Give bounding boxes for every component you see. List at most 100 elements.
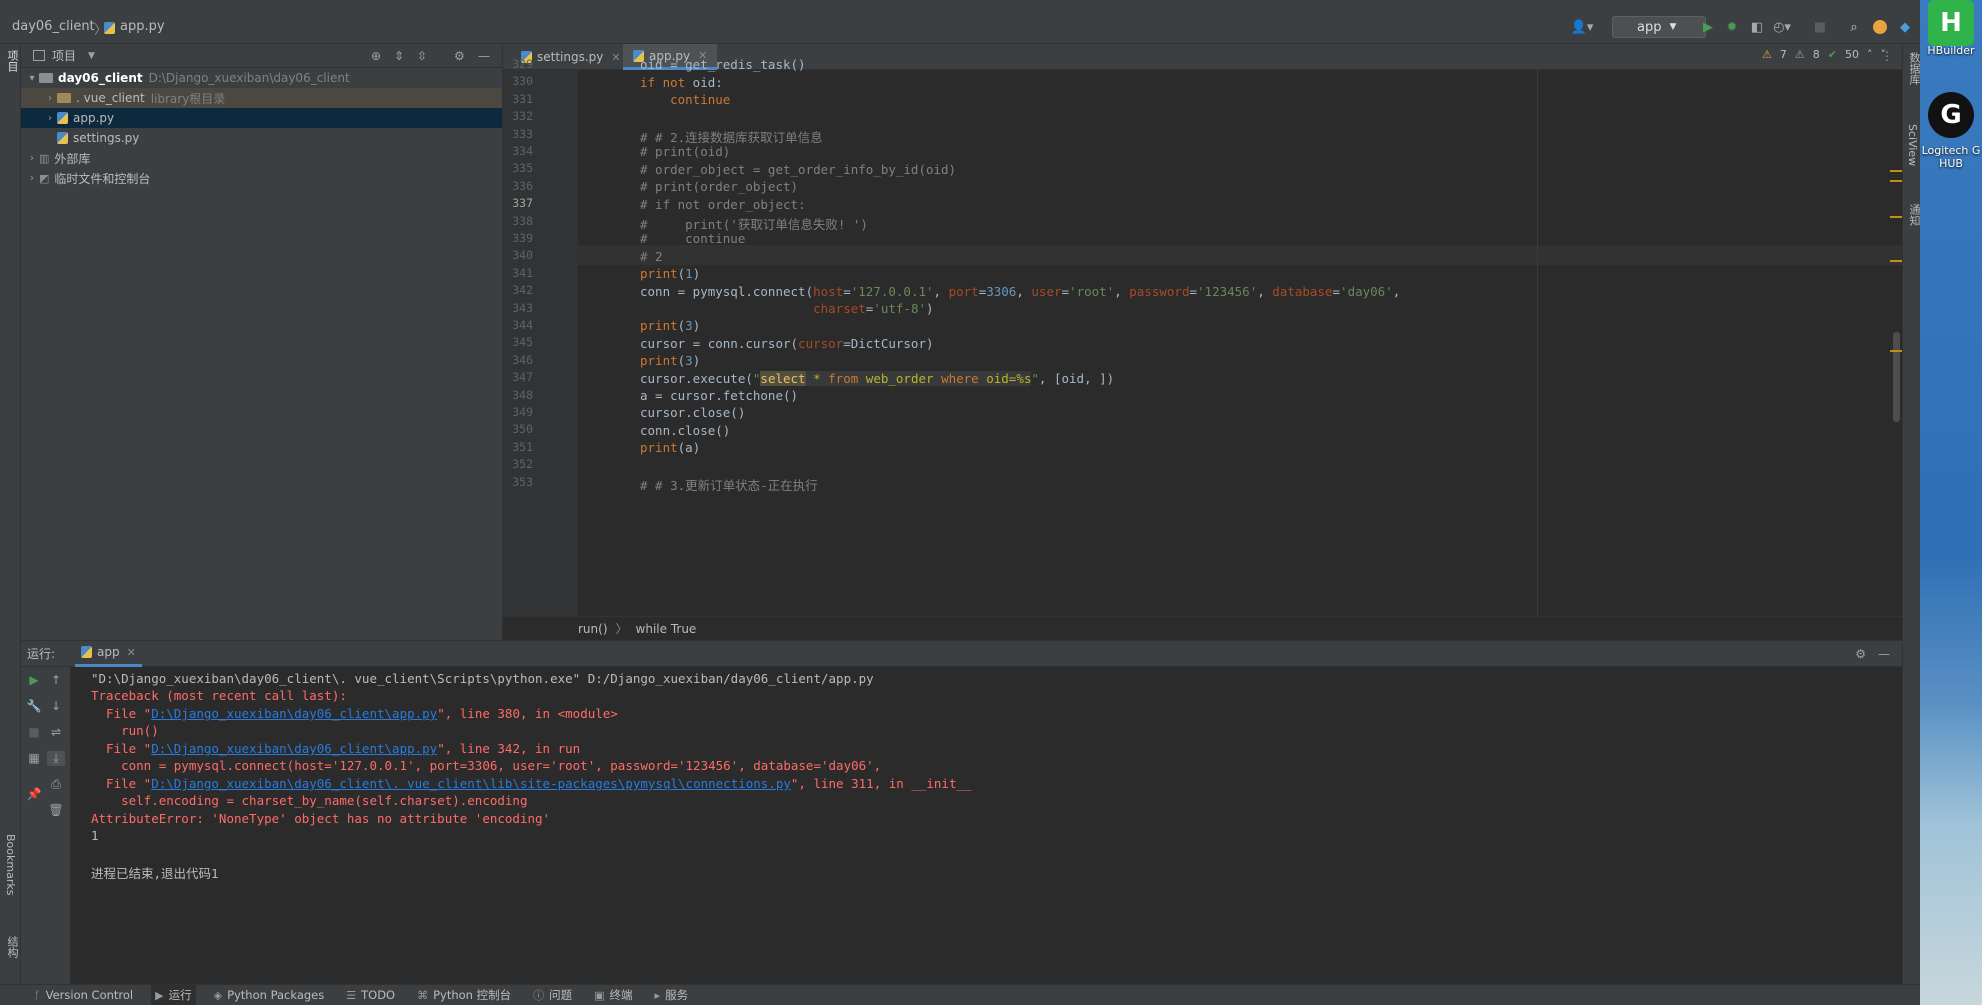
run-tab-app[interactable]: app ✕ [75,641,142,667]
minimize-icon[interactable]: — [478,49,490,63]
weak-warning-count: 8 [1812,48,1820,61]
project-tool-tab[interactable]: 项目 [4,50,20,72]
right-margin-guide [1537,70,1538,616]
stop-icon[interactable]: ■ [1812,17,1828,37]
tree-item-vue-client[interactable]: › . vue_client library根目录 [21,88,502,108]
tab-label: 问题 [549,988,573,1002]
project-panel-title[interactable]: 项目 [52,47,76,64]
tree-item-external-libs[interactable]: › ▥ 外部库 [21,148,502,168]
run-configuration-select[interactable]: app ▼ [1612,16,1706,38]
services-tab[interactable]: ▸ 服务 [651,985,693,1005]
chevron-down-icon[interactable]: ˅ [1881,48,1887,61]
output-line: File "D:\Django_xuexiban\day06_client\ap… [91,706,618,721]
warning-marker[interactable] [1890,170,1902,172]
structure-tool-tab[interactable]: 结构 [4,936,20,958]
minimize-icon[interactable]: — [1878,647,1890,661]
inspection-widget[interactable]: ⚠ 7 ⚠ 8 ✔ 50 ˄ ˅ [1762,48,1886,61]
bookmarks-tool-tab[interactable]: Bookmarks [4,834,17,895]
soft-wrap-icon[interactable]: ⇌ [47,725,65,739]
chevron-down-icon[interactable]: ▾ [25,73,39,84]
scroll-thumb[interactable] [1893,332,1900,422]
run-toolbar: ▶ ↑ 🔧 ↓ ■ ⇌ ▦ ⤓ ⎙ 📌 🗑 [21,667,71,985]
menu-bar [0,0,1920,10]
arrow-up-icon[interactable]: ↑ [47,673,65,687]
sciview-tool-tab[interactable]: SciView [1906,124,1919,166]
debug-icon[interactable]: ✹ [1723,17,1741,37]
breadcrumb-file[interactable]: app.py [120,19,165,34]
gear-icon[interactable]: ⚙ [454,49,465,63]
chevron-right-icon[interactable]: › [25,173,39,184]
warning-marker[interactable] [1890,216,1902,218]
breadcrumb-separator: 〉 [615,622,628,636]
tree-item-app-py[interactable]: › app.py [21,108,502,128]
layout-icon[interactable]: ▦ [25,751,43,765]
line-number: 336 [512,178,533,193]
close-icon[interactable]: ✕ [127,646,136,659]
output-file-link[interactable]: D:\Django_xuexiban\day06_client\app.py [151,741,437,756]
breadcrumb-project[interactable]: day06_client [12,19,95,34]
tab-label: 服务 [665,988,689,1002]
branch-icon: ᚴ [34,988,41,1002]
print-icon[interactable]: ⎙ [47,777,65,792]
expand-all-icon[interactable]: ⇕ [394,49,404,63]
todo-tab[interactable]: ☰ TODO [342,985,399,1005]
code-line-340: # 2 [640,249,663,264]
search-icon[interactable]: ⌕ [1845,17,1863,37]
python-console-tab[interactable]: ⌘ Python 控制台 [413,985,515,1005]
line-number: 341 [512,265,533,280]
pin-icon[interactable]: 📌 [25,787,43,801]
editor-scrollbar[interactable] [1890,70,1902,616]
warning-marker[interactable] [1890,260,1902,262]
warning-marker[interactable] [1890,350,1902,352]
close-icon[interactable]: ✕ [611,51,620,64]
trash-icon[interactable]: 🗑 [47,803,65,817]
gear-icon[interactable]: ⚙ [1855,647,1866,661]
output-line: File "D:\Django_xuexiban\day06_client\ap… [91,741,580,756]
python-packages-tab[interactable]: ◈ Python Packages [210,985,329,1005]
python-file-icon [104,22,115,34]
chevron-down-icon[interactable]: ▼ [88,51,95,61]
locate-icon[interactable]: ⊕ [371,49,381,63]
output-file-link[interactable]: D:\Django_xuexiban\day06_client\app.py [151,706,437,721]
vcs-user-icon[interactable]: 👤▾ [1568,17,1596,37]
line-number: 353 [512,474,533,489]
chevron-right-icon[interactable]: › [25,153,39,164]
plugin-icon[interactable]: ◆ [1896,17,1914,37]
breadcrumb-function[interactable]: run() [578,622,608,636]
update-icon[interactable] [1871,17,1889,37]
output-line: self.encoding = charset_by_name(self.cha… [91,793,528,808]
hbuilder-app-icon[interactable]: H [1928,0,1974,46]
arrow-down-icon[interactable]: ↓ [47,699,65,713]
run-config-label: app [1637,19,1662,35]
output-text: ", line 380, in <module> [437,706,618,721]
chevron-right-icon[interactable]: › [43,113,57,124]
warning-marker[interactable] [1890,180,1902,182]
code-editor[interactable]: settings.py ✕ app.py ✕ ⋮ 329 330 331 332 333… [502,44,1903,640]
stop-icon[interactable]: ■ [25,725,43,739]
breadcrumb-loop[interactable]: while True [636,622,697,636]
rerun-icon[interactable]: ▶ [25,673,43,687]
output-file-link[interactable]: D:\Django_xuexiban\day06_client\. vue_cl… [151,776,791,791]
tree-item-settings-py[interactable]: settings.py [21,128,502,148]
tab-label: settings.py [537,50,604,64]
line-number: 337 [512,196,533,211]
run-icon[interactable]: ▶ [1700,17,1716,37]
run-tab[interactable]: ▶ 运行 [151,984,196,1005]
collapse-all-icon[interactable]: ⇳ [417,49,427,63]
tree-root[interactable]: ▾ day06_client D:\Django_xuexiban\day06_… [21,68,502,88]
terminal-tab[interactable]: ▣ 终端 [590,985,636,1005]
run-panel-label: 运行: [27,647,56,661]
output-text: File " [91,776,152,791]
code-line-345: cursor = conn.cursor(cursor=DictCursor) [640,336,934,351]
profile-icon[interactable]: ◴▾ [1771,17,1793,37]
version-control-tab[interactable]: ᚴ Version Control [30,985,137,1005]
coverage-icon[interactable]: ◧ [1748,17,1766,37]
tree-item-scratches[interactable]: › ◩ 临时文件和控制台 [21,168,502,188]
logitech-g-hub-icon[interactable]: G [1928,92,1974,138]
python-file-icon [57,132,68,144]
scroll-to-end-icon[interactable]: ⤓ [47,751,65,766]
chevron-up-icon[interactable]: ˄ [1867,48,1873,61]
chevron-right-icon[interactable]: › [43,93,57,104]
wrench-icon[interactable]: 🔧 [25,699,43,713]
problems-tab[interactable]: ⓘ 问题 [529,985,576,1005]
